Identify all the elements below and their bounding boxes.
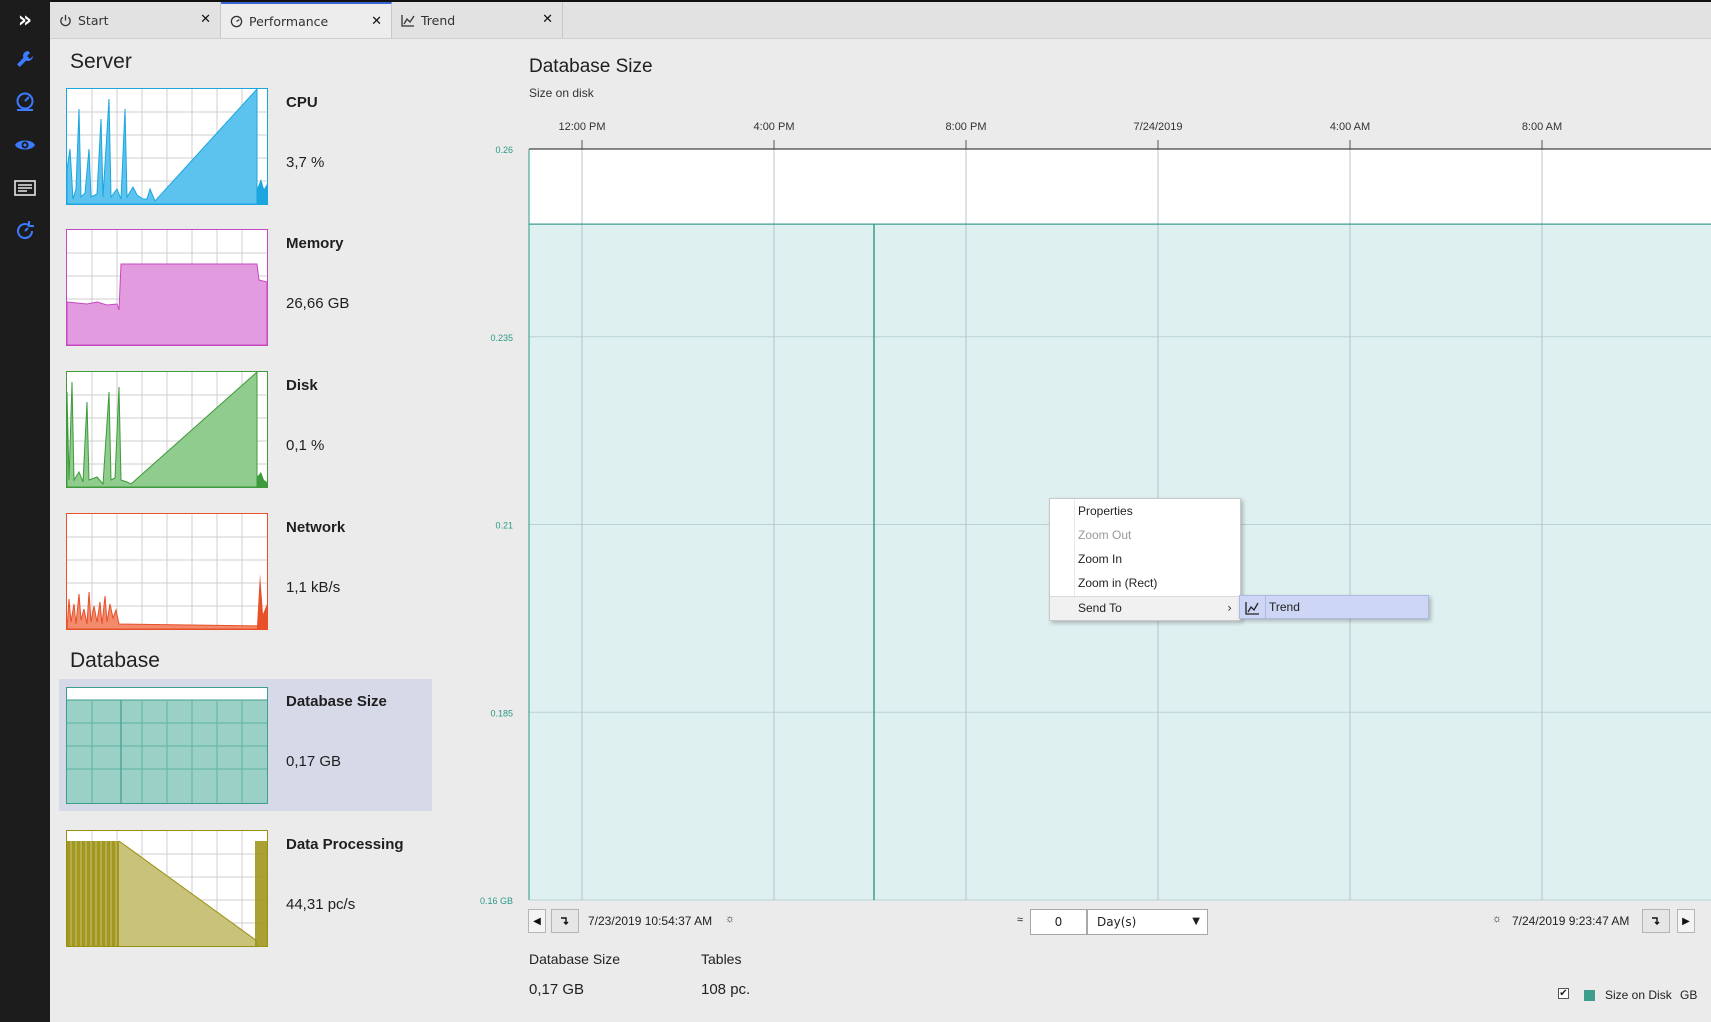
tab-bar: Start ✕ Performance ✕ Trend ✕ [50,2,1711,39]
end-time: 7/24/2019 9:23:47 AM [1512,914,1630,928]
trend-icon [1245,600,1260,619]
x-tick-label: 7/24/2019 [1134,121,1183,133]
x-tick-label: 8:00 AM [1522,121,1562,133]
start-time-settings-icon[interactable]: ☼ [725,913,735,925]
metric-value: 0,17 GB [286,753,342,770]
menu-item-zoom-out: Zoom Out [1078,528,1132,542]
y-tick-label: 0.235 [490,333,513,343]
metric-title: Disk [286,377,318,394]
data-processing-sparkline [66,830,268,947]
close-icon[interactable]: ✕ [542,12,553,27]
span-unit-label: Day(s) [1097,915,1137,929]
tab-label: Trend [421,12,456,28]
chevron-right-icon: › [1227,601,1232,615]
metric-card-disk[interactable]: Disk 0,1 % [59,363,432,495]
submenu-send-to: Trend [1239,595,1429,619]
x-tick-label: 12:00 PM [558,121,605,133]
metric-title: CPU [286,94,318,111]
disk-sparkline [66,371,268,488]
menu-item-zoom-in-rect[interactable]: Zoom in (Rect) [1078,572,1157,594]
start-time: 7/23/2019 10:54:37 AM [588,914,713,928]
close-icon[interactable]: ✕ [200,12,211,27]
chevron-down-icon: ▼ [1192,916,1200,927]
eye-icon[interactable] [0,129,50,161]
auto-scroll-icon [561,917,569,925]
x-tick-label: 8:00 PM [946,121,987,133]
network-sparkline [66,513,268,630]
end-time-settings-icon[interactable]: ☼ [1492,913,1502,925]
metric-value: 1,1 kB/s [286,579,341,596]
legend-checkbox[interactable]: ✔ [1558,988,1569,999]
auto-scroll-icon [1652,917,1660,925]
summary-tables-value: 108 pc. [701,981,751,998]
chart-title: Database Size [529,56,653,77]
database-size-sparkline [66,687,268,804]
y-tick-label: 0.16 GB [480,896,513,906]
submenu-divider [1265,596,1266,618]
dashboard-icon[interactable] [0,86,50,118]
menu-item-zoom-in[interactable]: Zoom In [1078,548,1122,570]
left-nav-bar: » [0,0,50,1022]
tab-performance[interactable]: Performance ✕ [221,2,392,38]
metric-card-network[interactable]: Network 1,1 kB/s [59,505,432,637]
menu-item-label: Send To [1078,601,1122,615]
submenu-item-trend[interactable]: Trend [1269,596,1300,618]
chart-subtitle: Size on disk [529,86,594,100]
tab-trend[interactable]: Trend ✕ [392,2,563,38]
y-tick-label: 0.21 [495,521,513,531]
legend-color-swatch [1584,990,1595,1001]
metric-card-database-size[interactable]: Database Size 0,17 GB [59,679,432,811]
x-tick-label: 4:00 AM [1330,121,1370,133]
metric-title: Data Processing [286,836,404,853]
summary-db-size-value: 0,17 GB [529,981,585,998]
report-icon[interactable] [0,172,50,204]
section-title-database: Database [70,649,160,672]
close-icon[interactable]: ✕ [371,14,382,29]
metric-value: 0,1 % [286,437,325,454]
auto-scroll-right-button[interactable] [1642,909,1670,933]
scroll-left-button[interactable]: ◀ [528,909,546,933]
refresh-gauge-icon[interactable] [0,215,50,247]
auto-scroll-left-button[interactable] [551,909,579,933]
metric-card-memory[interactable]: Memory 26,66 GB [59,221,432,353]
metric-title: Database Size [286,693,387,710]
legend-unit: GB [1680,988,1698,1002]
power-icon [59,14,72,27]
tab-label: Start [78,12,109,28]
expand-icon[interactable]: » [0,2,50,38]
span-value-input[interactable]: 0 [1030,909,1087,935]
menu-item-send-to[interactable]: Send To › [1050,597,1240,620]
tab-label: Performance [249,13,329,29]
span-unit-select[interactable]: Day(s) ▼ [1087,909,1208,935]
wrench-icon[interactable] [0,43,50,75]
approx-icon: ≈ [1017,914,1024,926]
scroll-right-button[interactable]: ▶ [1677,909,1695,933]
y-tick-label: 0.26 [495,145,513,155]
y-tick-label: 0.185 [490,708,513,718]
context-menu: Properties Zoom Out Zoom In Zoom in (Rec… [1049,498,1241,621]
menu-item-properties[interactable]: Properties [1078,500,1133,522]
legend-label: Size on Disk [1605,988,1672,1002]
summary-db-size-label: Database Size [529,951,621,967]
tab-start[interactable]: Start ✕ [50,2,221,38]
metric-title: Network [286,519,346,536]
metric-card-data-processing[interactable]: Data Processing 44,31 pc/s [59,822,432,954]
metric-title: Memory [286,235,344,252]
metric-value: 3,7 % [286,154,325,171]
metric-card-cpu[interactable]: CPU 3,7 % [59,80,432,212]
cpu-sparkline [66,88,268,205]
metric-value: 26,66 GB [286,295,350,312]
gauge-icon [230,15,243,28]
memory-sparkline [66,229,268,346]
trend-icon [401,14,415,27]
section-title-server: Server [70,50,132,73]
x-tick-label: 4:00 PM [754,121,795,133]
summary-tables-label: Tables [701,951,742,967]
metric-value: 44,31 pc/s [286,896,356,913]
